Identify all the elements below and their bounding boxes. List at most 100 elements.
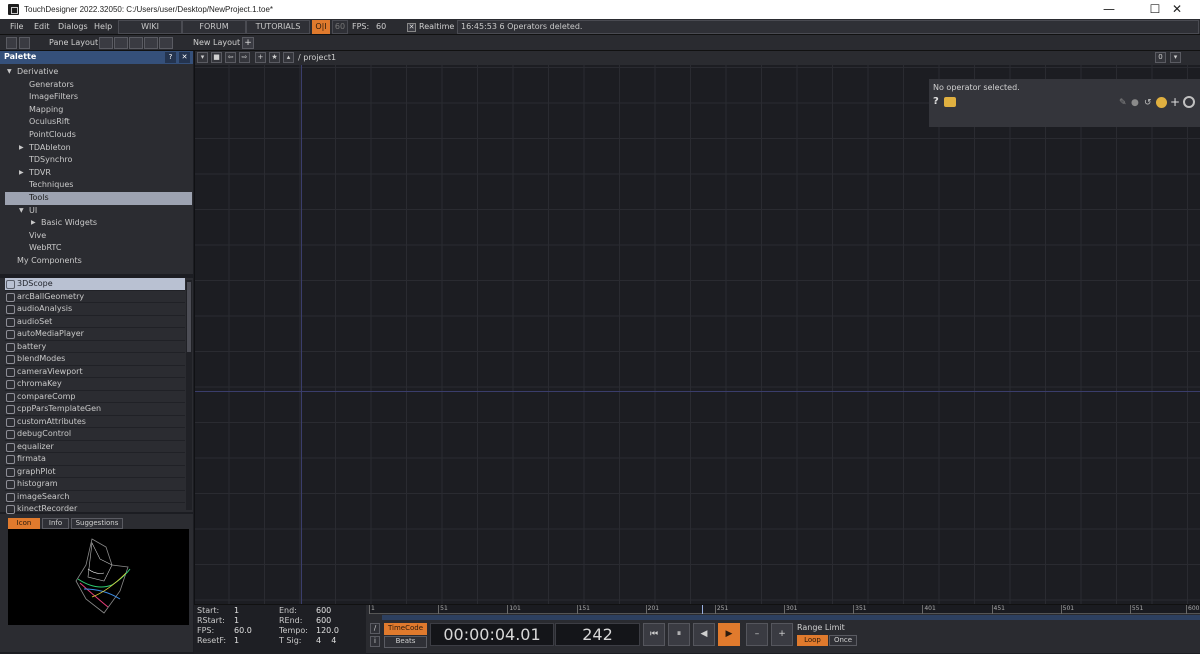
expand-right-icon[interactable]: ▶: [31, 217, 36, 230]
component-list-item[interactable]: imageSearch: [5, 491, 185, 503]
stop-icon[interactable]: ■: [211, 52, 222, 63]
component-list-item[interactable]: battery: [5, 341, 185, 353]
expand-right-icon[interactable]: ▶: [19, 142, 24, 155]
tutorials-button[interactable]: TUTORIALS: [246, 20, 310, 34]
layout-triple-icon[interactable]: [159, 37, 173, 49]
timeline-info-value[interactable]: 120.0: [316, 626, 339, 635]
component-list-item[interactable]: firmata: [5, 453, 185, 466]
timeline-info-icon[interactable]: i: [370, 636, 380, 647]
component-list-item[interactable]: debugControl: [5, 428, 185, 441]
palette-tree-item[interactable]: Tools: [5, 192, 192, 205]
palette-tree-item[interactable]: ▶ TDVR: [5, 167, 192, 180]
palette-tree-item[interactable]: Techniques: [5, 179, 192, 192]
component-list-item[interactable]: autoMediaPlayer: [5, 328, 185, 341]
loop-toggle[interactable]: Loop: [797, 635, 828, 646]
edit-icon[interactable]: ✎: [1119, 98, 1127, 108]
display-icon[interactable]: [1156, 97, 1167, 108]
palette-tree-item[interactable]: TDSynchro: [5, 154, 192, 167]
component-list-item[interactable]: audioAnalysis: [5, 303, 185, 316]
timeline-tool-icon[interactable]: /: [370, 623, 380, 634]
palette-tree-item[interactable]: ▶ Basic Widgets: [5, 217, 192, 230]
tab-suggestions[interactable]: Suggestions: [71, 518, 123, 529]
step-back-button[interactable]: –: [746, 623, 768, 646]
component-list-item[interactable]: blendModes: [5, 353, 185, 366]
tab-icon[interactable]: Icon: [8, 518, 40, 529]
timecode-toggle[interactable]: TimeCode: [384, 623, 427, 635]
forward-icon[interactable]: ⇨: [239, 52, 250, 63]
forum-button[interactable]: FORUM: [182, 20, 246, 34]
home-icon[interactable]: [19, 37, 30, 49]
timecode-display[interactable]: 00:00:04.01: [430, 623, 554, 646]
menu-dialogs[interactable]: Dialogs: [58, 22, 88, 31]
palette-tree-item[interactable]: WebRTC: [5, 242, 192, 255]
palette-tree-item[interactable]: Generators: [5, 79, 192, 92]
target-icon[interactable]: [1183, 96, 1195, 108]
expand-right-icon[interactable]: ▶: [19, 167, 24, 180]
add-operator-icon[interactable]: +: [1170, 95, 1180, 109]
component-list-item[interactable]: histogram: [5, 478, 185, 491]
timeline-info-value[interactable]: 1: [234, 606, 239, 615]
layout-single-icon[interactable]: [99, 37, 113, 49]
expand-down-icon[interactable]: ▼: [19, 205, 24, 218]
layout-split-v-icon[interactable]: [114, 37, 128, 49]
timeline-info-value[interactable]: 1: [234, 616, 239, 625]
timeline-info-value[interactable]: 4 4: [316, 636, 336, 645]
playhead[interactable]: [702, 605, 703, 614]
fps-box[interactable]: 60: [332, 20, 348, 34]
layout-quad-icon[interactable]: [144, 37, 158, 49]
component-list-item[interactable]: equalizer: [5, 441, 185, 453]
reverse-button[interactable]: ◀: [693, 623, 715, 646]
component-list-item[interactable]: audioSet: [5, 316, 185, 328]
scrollbar-thumb[interactable]: [187, 282, 191, 352]
frame-display[interactable]: 242: [555, 623, 640, 646]
component-list-item[interactable]: cameraViewport: [5, 366, 185, 378]
timeline-info-value[interactable]: 60.0: [234, 626, 252, 635]
component-list-item[interactable]: compareComp: [5, 391, 185, 403]
close-button[interactable]: ✕: [1154, 0, 1200, 19]
add-icon[interactable]: +: [255, 52, 266, 63]
back-icon[interactable]: ⇦: [225, 52, 236, 63]
palette-tree-item[interactable]: ▼ UI: [5, 205, 192, 218]
timeline-info-value[interactable]: 600: [316, 616, 331, 625]
wiki-button[interactable]: WIKI: [118, 20, 182, 34]
range-bar[interactable]: [382, 615, 1200, 620]
minimize-button[interactable]: —: [1086, 0, 1132, 19]
once-toggle[interactable]: Once: [829, 635, 857, 646]
palette-tree-item[interactable]: OculusRift: [5, 116, 192, 129]
network-pane-menu-icon[interactable]: ▾: [1170, 52, 1181, 63]
timeline-info-value[interactable]: 1: [234, 636, 239, 645]
component-list-item[interactable]: cppParsTemplateGen: [5, 403, 185, 416]
add-layout-button[interactable]: +: [242, 37, 254, 49]
help-icon[interactable]: ?: [933, 96, 939, 107]
palette-tree-item[interactable]: ▼ Derivative: [5, 66, 192, 79]
undo-icon[interactable]: ↺: [1144, 98, 1152, 108]
play-button[interactable]: ▶: [718, 623, 740, 646]
layout-split-h-icon[interactable]: [129, 37, 143, 49]
palette-tree-item[interactable]: My Components: [5, 255, 192, 268]
palette-tree-item[interactable]: ▶ TDAbleton: [5, 142, 192, 155]
tab-info[interactable]: Info: [42, 518, 69, 529]
pause-button[interactable]: ⏸: [668, 623, 690, 646]
comment-icon[interactable]: ●: [1131, 98, 1139, 108]
network-menu-icon[interactable]: ▾: [197, 52, 208, 63]
timeline-ruler[interactable]: 1 51 101 151 201 251 301 351 401 451 501 551 600: [369, 605, 1200, 614]
palette-tree-item[interactable]: ImageFilters: [5, 91, 192, 104]
palette-close-button[interactable]: ✕: [179, 52, 190, 63]
timeline-info-value[interactable]: 600: [316, 606, 331, 615]
oi-toggle[interactable]: O|I: [312, 20, 330, 34]
beats-toggle[interactable]: Beats: [384, 636, 427, 648]
menu-help[interactable]: Help: [94, 22, 112, 31]
rewind-button[interactable]: ⏮: [643, 623, 665, 646]
palette-tree-item[interactable]: Vive: [5, 230, 192, 243]
realtime-checkbox[interactable]: ✕: [407, 23, 416, 32]
palette-tree-item[interactable]: PointClouds: [5, 129, 192, 142]
palette-tree-item[interactable]: Mapping: [5, 104, 192, 117]
python-help-icon[interactable]: [944, 97, 956, 107]
palette-help-button[interactable]: ?: [165, 52, 176, 63]
component-list-item[interactable]: customAttributes: [5, 416, 185, 428]
component-list-item[interactable]: graphPlot: [5, 466, 185, 478]
star-icon[interactable]: ★: [269, 52, 280, 63]
network-editor[interactable]: ▾ ■ ⇦ ⇨ + ★ ▴ / project1 0 ▾ No operator…: [194, 51, 1200, 604]
network-grid[interactable]: No operator selected. ? ✎ ● ↺ +: [195, 65, 1200, 604]
network-path[interactable]: / project1: [298, 53, 336, 62]
